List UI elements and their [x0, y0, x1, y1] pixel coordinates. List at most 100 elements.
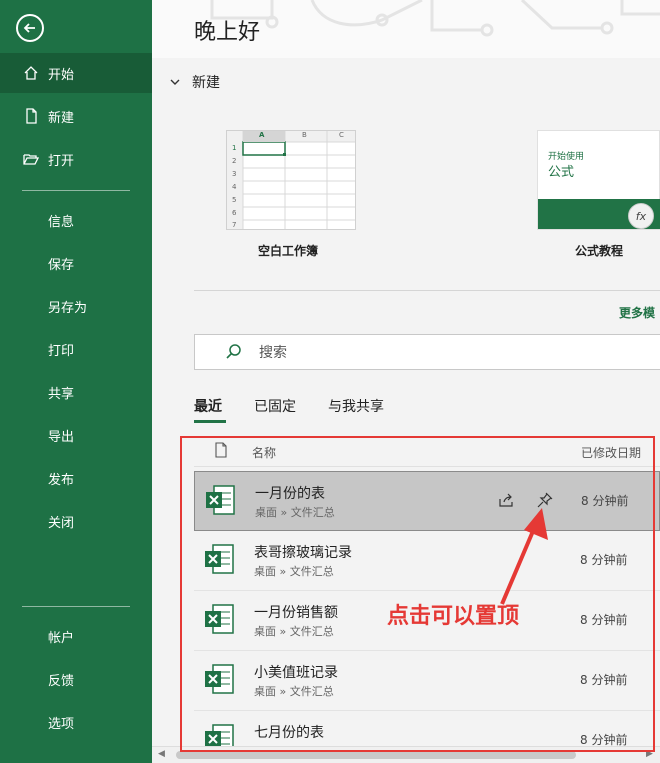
spreadsheet-grid-icon: [227, 131, 355, 229]
nav-save-as-label: 另存为: [48, 300, 88, 316]
file-row[interactable]: 小美值班记录 桌面 » 文件汇总 8 分钟前: [194, 651, 660, 711]
column-header-name[interactable]: 名称: [252, 444, 276, 461]
file-path: 桌面 » 文件汇总: [254, 685, 334, 698]
search-icon: [225, 343, 243, 361]
search-box[interactable]: 搜索: [194, 334, 660, 370]
open-folder-icon: [22, 150, 40, 168]
sidebar-divider: [22, 190, 130, 191]
row-number: 3: [232, 170, 237, 178]
nav-print-label: 打印: [48, 343, 75, 359]
blank-workbook-label: 空白工作簿: [258, 244, 319, 258]
file-modified: 8 分钟前: [580, 673, 628, 687]
nav-close[interactable]: 关闭: [0, 501, 152, 541]
nav-save-label: 保存: [48, 257, 75, 273]
file-modified: 8 分钟前: [581, 494, 629, 508]
file-modified: 8 分钟前: [580, 613, 628, 627]
file-name: 表哥擦玻璃记录: [254, 545, 352, 561]
back-arrow-icon: [23, 23, 35, 33]
row-number: 2: [232, 157, 237, 165]
backstage-sidebar: 开始 新建 打开 信息 保存 另存为 打印 共享 导出 发布 关闭 帐户 反馈 …: [0, 0, 152, 763]
nav-info-label: 信息: [48, 214, 75, 230]
file-row[interactable]: 表哥擦玻璃记录 桌面 » 文件汇总 8 分钟前: [194, 531, 660, 591]
chevron-down-icon: [170, 79, 180, 85]
nav-export-label: 导出: [48, 429, 75, 445]
annotation-text: 点击可以置顶: [387, 604, 520, 629]
col-header-b: B: [302, 131, 307, 139]
nav-new[interactable]: 新建: [0, 96, 152, 136]
col-header-c: C: [339, 131, 344, 139]
file-row[interactable]: 七月份的表 8 分钟前: [194, 711, 660, 746]
annotation-arrow-icon: [500, 508, 548, 605]
new-section-title: 新建: [192, 75, 220, 91]
file-name: 七月份的表: [254, 725, 324, 741]
file-path: 桌面 » 文件汇总: [255, 506, 335, 519]
new-section-toggle[interactable]: 新建: [170, 72, 220, 92]
file-type-icon: [215, 442, 227, 458]
list-divider: [194, 466, 660, 467]
nav-publish[interactable]: 发布: [0, 458, 152, 498]
formula-tutorial-label: 公式教程: [575, 244, 624, 258]
greeting: 晚上好: [194, 20, 261, 45]
excel-file-icon: [205, 544, 234, 574]
tab-pinned[interactable]: 已固定: [254, 396, 296, 416]
blank-workbook-template[interactable]: A B C 1 2 3 4 5 6 7: [226, 130, 356, 230]
nav-share-label: 共享: [48, 386, 75, 402]
home-icon: [22, 64, 40, 82]
nav-export[interactable]: 导出: [0, 415, 152, 455]
file-path: 桌面 » 文件汇总: [254, 625, 334, 638]
new-file-icon: [22, 107, 40, 125]
active-tab-underline: [194, 420, 226, 423]
column-header-modified[interactable]: 已修改日期: [581, 444, 641, 461]
nav-home[interactable]: 开始: [0, 53, 152, 93]
horizontal-scrollbar[interactable]: ◀ ▶: [152, 746, 660, 763]
scrollbar-thumb[interactable]: [176, 751, 576, 759]
scroll-right-icon[interactable]: ▶: [646, 749, 653, 759]
row-number: 7: [232, 221, 237, 229]
nav-open-label: 打开: [48, 153, 75, 169]
excel-file-icon: [205, 664, 234, 694]
file-modified: 8 分钟前: [580, 733, 628, 746]
scroll-left-icon[interactable]: ◀: [158, 749, 165, 759]
tab-recent[interactable]: 最近: [194, 396, 222, 416]
nav-close-label: 关闭: [48, 515, 75, 531]
fx-icon: fx: [628, 203, 654, 229]
nav-save-as[interactable]: 另存为: [0, 286, 152, 326]
nav-print[interactable]: 打印: [0, 329, 152, 369]
excel-file-icon: [205, 604, 234, 634]
nav-feedback[interactable]: 反馈: [0, 659, 152, 699]
file-modified: 8 分钟前: [580, 553, 628, 567]
nav-save[interactable]: 保存: [0, 243, 152, 283]
formula-tutorial-template[interactable]: 开始使用 公式 fx: [537, 130, 660, 230]
back-button[interactable]: [16, 14, 44, 42]
nav-feedback-label: 反馈: [48, 673, 75, 689]
more-templates-link[interactable]: 更多模: [619, 304, 655, 321]
formula-tpl-title: 公式: [548, 165, 575, 180]
col-header-a: A: [259, 131, 265, 139]
row-number: 5: [232, 196, 237, 204]
file-name: 一月份的表: [255, 486, 325, 502]
search-input[interactable]: 搜索: [259, 342, 287, 362]
nav-options-label: 选项: [48, 716, 75, 732]
nav-share[interactable]: 共享: [0, 372, 152, 412]
nav-info[interactable]: 信息: [0, 200, 152, 240]
row-number: 1: [232, 144, 237, 152]
main-panel: 晚上好 新建 A B C 1 2 3 4 5 6 7 空白工作簿 开始使用 公式…: [152, 0, 660, 763]
nav-account-label: 帐户: [48, 630, 75, 646]
nav-open[interactable]: 打开: [0, 139, 152, 179]
nav-account[interactable]: 帐户: [0, 616, 152, 656]
file-name: 一月份销售额: [254, 605, 338, 621]
excel-file-icon: [206, 485, 235, 515]
row-number: 4: [232, 183, 237, 191]
header-band: 晚上好: [152, 0, 660, 58]
file-name: 小美值班记录: [254, 665, 338, 681]
file-row[interactable]: 一月份的表 桌面 » 文件汇总 8 分钟前: [194, 471, 660, 531]
tab-shared[interactable]: 与我共享: [328, 396, 384, 416]
row-number: 6: [232, 209, 237, 217]
nav-new-label: 新建: [48, 110, 75, 126]
nav-publish-label: 发布: [48, 472, 75, 488]
nav-options[interactable]: 选项: [0, 702, 152, 742]
nav-home-label: 开始: [48, 67, 75, 83]
sidebar-divider: [22, 606, 130, 607]
section-divider: [194, 290, 660, 291]
excel-file-icon: [205, 724, 234, 746]
